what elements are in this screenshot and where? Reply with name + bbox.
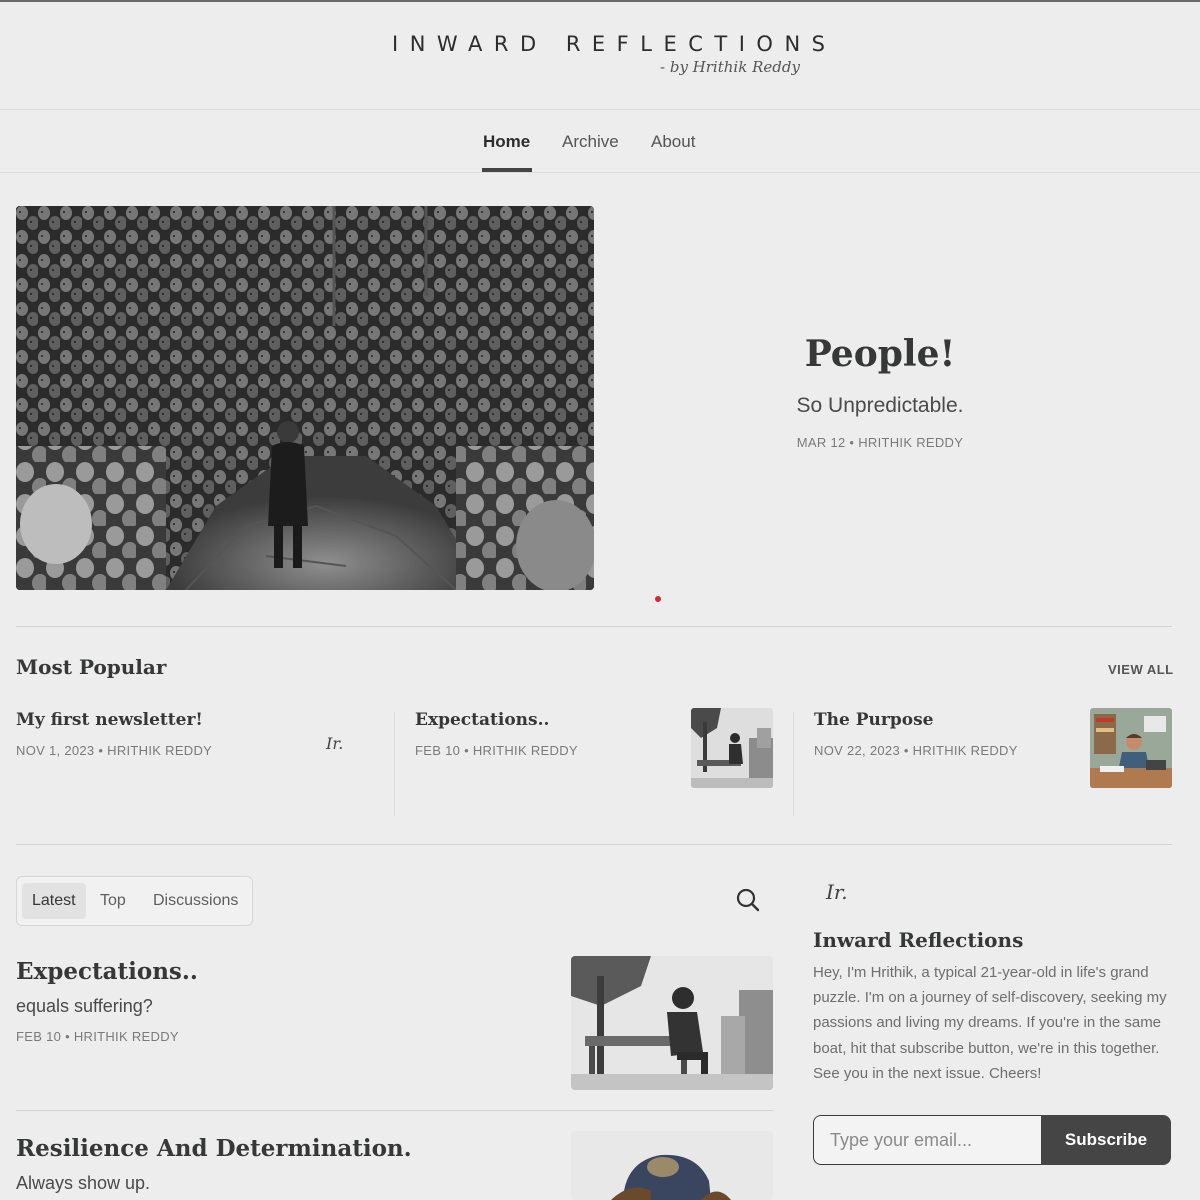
crowd-illustration <box>16 206 594 590</box>
search-icon[interactable] <box>734 886 762 914</box>
post-image[interactable] <box>571 1131 773 1200</box>
nav-about[interactable]: About <box>651 132 695 152</box>
nav-archive[interactable]: Archive <box>562 132 619 152</box>
cap-person-illustration <box>571 1131 773 1200</box>
post-meta: FEB 10 • HRITHIK REDDY <box>16 1029 179 1044</box>
hero-image[interactable] <box>16 206 594 590</box>
section-divider <box>16 844 1172 845</box>
popular-item-title[interactable]: Expectations.. <box>415 710 549 730</box>
masthead: INWARD REFLECTIONS - by Hrithik Reddy <box>0 2 1200 110</box>
desk-man-illustration <box>1090 708 1172 788</box>
popular-item-meta: NOV 1, 2023 • HRITHIK REDDY <box>16 743 213 758</box>
site-byline: - by Hrithik Reddy <box>660 58 800 76</box>
popular-item[interactable]: The Purpose NOV 22, 2023 • HRITHIK REDDY <box>814 708 1194 818</box>
popular-item-thumb[interactable] <box>691 708 773 788</box>
most-popular-heading: Most Popular <box>16 655 167 679</box>
view-all-link[interactable]: VIEW ALL <box>1108 662 1174 677</box>
hero-meta: MAR 12 • HRITHIK REDDY <box>796 435 964 450</box>
post-title[interactable]: Resilience And Determination. <box>16 1135 412 1162</box>
popular-item-title[interactable]: My first newsletter! <box>16 710 203 730</box>
popular-item-thumb[interactable] <box>1090 708 1172 788</box>
bench-man-illustration <box>571 956 773 1090</box>
popular-item-title[interactable]: The Purpose <box>814 710 933 730</box>
subscribe-button[interactable]: Subscribe <box>1041 1115 1171 1165</box>
logo-mark-icon: Ir. <box>326 734 344 753</box>
column-separator <box>793 712 794 816</box>
publication-title: Inward Reflections <box>813 928 1024 952</box>
nav-active-indicator <box>482 168 532 172</box>
tab-latest[interactable]: Latest <box>22 883 86 919</box>
nav-home[interactable]: Home <box>483 132 530 152</box>
popular-item-meta: NOV 22, 2023 • HRITHIK REDDY <box>814 743 1018 758</box>
section-divider <box>16 626 1172 627</box>
post-divider <box>16 1110 773 1111</box>
main-nav: Home Archive About <box>0 111 1200 173</box>
popular-item[interactable]: My first newsletter! NOV 1, 2023 • HRITH… <box>16 708 396 818</box>
email-input[interactable] <box>813 1115 1043 1165</box>
publication-description: Hey, I'm Hrithik, a typical 21-year-old … <box>813 964 1167 1082</box>
hero-title[interactable]: People! <box>660 333 1100 375</box>
popular-item[interactable]: Expectations.. FEB 10 • HRITHIK REDDY <box>415 708 795 818</box>
hero-subtitle: So Unpredictable. <box>796 394 964 417</box>
bench-man-illustration <box>691 708 773 788</box>
post-title[interactable]: Expectations.. <box>16 958 198 985</box>
popular-item-meta: FEB 10 • HRITHIK REDDY <box>415 743 578 758</box>
tab-discussions[interactable]: Discussions <box>143 883 248 919</box>
red-dot-mark <box>653 594 663 604</box>
publication-logo: Ir. <box>826 880 848 904</box>
column-separator <box>394 712 395 816</box>
popular-item-thumb[interactable]: Ir. <box>292 708 374 788</box>
post-tabs: Latest Top Discussions <box>16 876 253 926</box>
site-title[interactable]: INWARD REFLECTIONS <box>392 32 836 56</box>
tab-top[interactable]: Top <box>90 883 136 919</box>
post-subtitle: equals suffering? <box>16 996 153 1016</box>
post-subtitle: Always show up. <box>16 1173 151 1193</box>
post-image[interactable] <box>571 956 773 1090</box>
